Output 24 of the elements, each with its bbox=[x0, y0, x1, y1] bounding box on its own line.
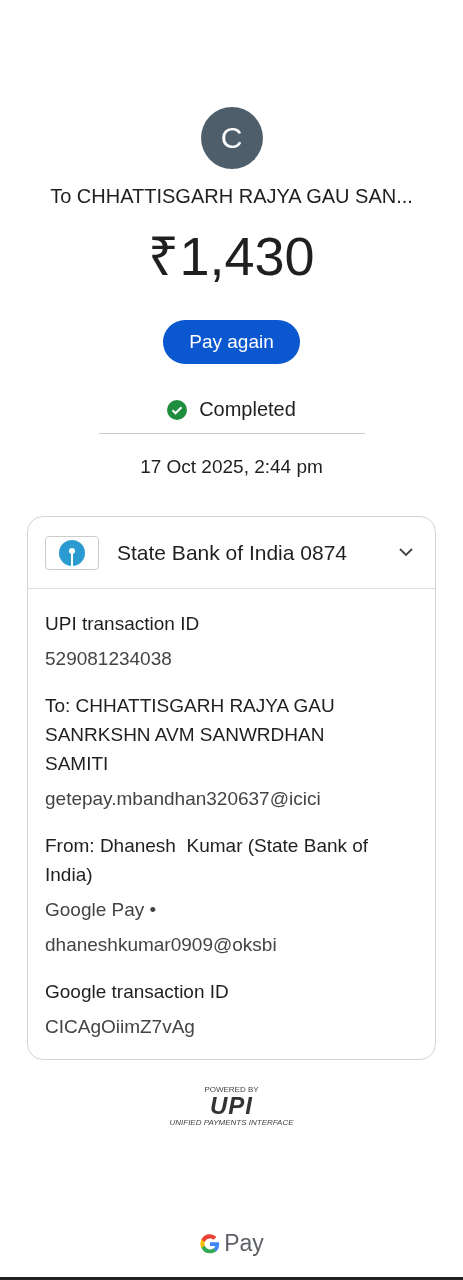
detail-label: Google transaction ID bbox=[45, 980, 230, 1004]
amount: ₹1,430 bbox=[148, 225, 315, 288]
logo-caption: POWERED BY bbox=[204, 1085, 259, 1094]
bank-logo bbox=[45, 535, 99, 570]
payee-title: To CHHATTISGARH RAJYA GAU SAN... bbox=[50, 185, 413, 208]
detail-value: 529081234038 bbox=[45, 647, 173, 671]
detail-value: Google Pay • bbox=[45, 898, 158, 922]
detail-value: CICAgOiimZ7vAg bbox=[45, 1015, 196, 1039]
pay-again-button[interactable]: Pay again bbox=[163, 320, 300, 364]
detail-label: To: CHHATTISGARH RAJYA GAU SANRKSHN AVM SANWRDHAN SAMITI bbox=[45, 694, 336, 776]
date-text: 17 Oct 2025, 2:44 pm bbox=[140, 456, 323, 478]
status-text: Completed bbox=[199, 398, 296, 421]
detail-value: dhaneshkumar0909@oksbi bbox=[45, 933, 278, 957]
brand-name: Pay bbox=[224, 1230, 264, 1257]
detail-label: UPI transaction ID bbox=[45, 612, 201, 636]
detail-value: getepay.mbandhan320637@icici bbox=[45, 787, 322, 811]
avatar: C bbox=[200, 107, 263, 169]
bank-account-name: State Bank of India 0874 bbox=[117, 540, 348, 565]
logo-subtitle: UNIFIED PAYMENTS INTERFACE bbox=[169, 1118, 294, 1128]
detail-label: From: Dhanesh Kumar (State Bank of India) bbox=[45, 834, 370, 887]
chevron-icon[interactable] bbox=[399, 548, 413, 557]
logo-mark: UPI bbox=[210, 1094, 253, 1118]
g-logo-icon bbox=[199, 1232, 222, 1255]
check-circle-icon bbox=[167, 399, 188, 420]
